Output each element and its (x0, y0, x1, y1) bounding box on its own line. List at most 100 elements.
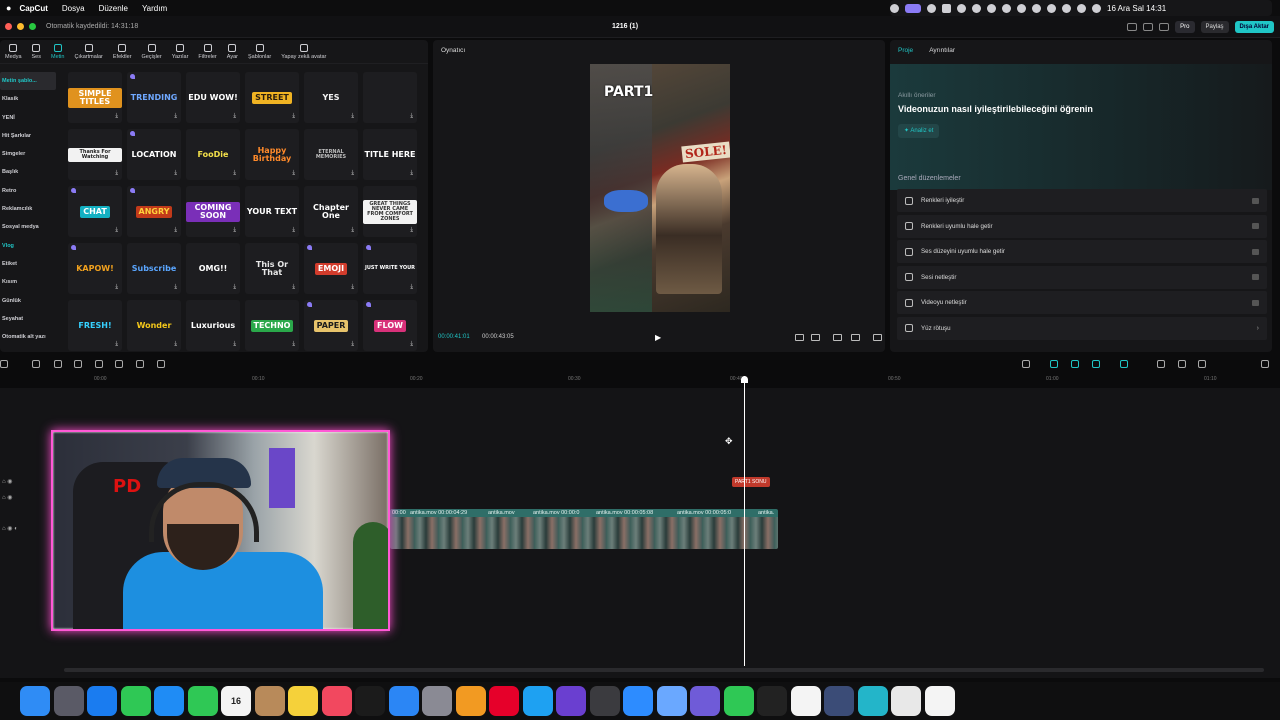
text-template[interactable]: Happy Birthday ⤓ (245, 129, 299, 180)
play-icon[interactable]: ▶ (655, 333, 661, 342)
crop-icon[interactable] (795, 334, 804, 341)
trim-left-icon[interactable] (95, 360, 103, 368)
dock-app-icon[interactable] (53, 686, 84, 716)
marker-label[interactable]: PART1 SONU (732, 477, 770, 487)
text-template[interactable]: PAPER ⤓ (304, 300, 358, 351)
toggle[interactable] (1252, 197, 1259, 204)
download-icon[interactable]: ⤓ (115, 170, 118, 177)
normalize-audio-item[interactable]: Ses düzeyini uyumlu hale getir (897, 240, 1267, 263)
download-icon[interactable]: ⤓ (351, 341, 354, 348)
download-icon[interactable]: ⤓ (292, 341, 295, 348)
tab-ai-avatar[interactable]: Yapay zekâ avatar (276, 44, 331, 63)
window-icon[interactable] (1159, 22, 1170, 31)
tab-text[interactable]: Metin (46, 44, 69, 63)
dock-app-icon[interactable] (522, 686, 553, 716)
ratio-icon[interactable] (851, 334, 860, 341)
dock-app-icon[interactable] (723, 686, 754, 716)
text-template[interactable]: TRENDING ⤓ (127, 72, 181, 123)
toggle[interactable] (1252, 299, 1259, 306)
dock-app-icon[interactable] (254, 686, 285, 716)
text-template[interactable]: KAPOW! ⤓ (68, 243, 122, 294)
share-button[interactable]: Paylaş (1200, 20, 1229, 33)
dock-app-icon[interactable] (288, 686, 318, 716)
tab-audio[interactable]: Ses (27, 44, 46, 63)
menu-duzenle[interactable]: Düzenle (99, 4, 128, 13)
dock-app-icon[interactable] (455, 686, 486, 716)
dock-app-icon[interactable] (924, 686, 955, 716)
download-icon[interactable]: ⤓ (292, 113, 295, 120)
dock-app-icon[interactable] (891, 686, 921, 716)
select-tool-icon[interactable] (0, 360, 8, 368)
quality-icon[interactable] (811, 334, 820, 341)
status-icon[interactable] (1032, 3, 1041, 13)
export-button[interactable]: Dışa Aktar (1234, 20, 1274, 33)
split-icon[interactable] (74, 360, 82, 368)
video-preview[interactable]: PART1 SOLE! (590, 64, 730, 312)
text-template[interactable]: SIMPLE TITLES ⤓ (68, 72, 122, 123)
zoom-slider[interactable] (1198, 360, 1206, 368)
track-controls[interactable]: ⌂ ◉ (2, 494, 13, 501)
tab-project[interactable]: Proje (898, 47, 913, 54)
text-template[interactable]: TITLE HERE ⤓ (363, 129, 417, 180)
text-template[interactable]: STREET ⤓ (245, 72, 299, 123)
snapshot-icon[interactable] (833, 334, 842, 341)
app-name[interactable]: CapCut (19, 4, 47, 13)
text-template[interactable]: Subscribe ⤓ (127, 243, 181, 294)
timeline-scrollbar[interactable] (64, 668, 1264, 672)
analyze-button[interactable]: ✦ Analiz et (898, 124, 940, 138)
face-retouch-item[interactable]: Yüz rötuşu › (897, 316, 1267, 340)
category-item[interactable]: Reklamcılık (0, 200, 60, 218)
download-icon[interactable]: ⤓ (174, 227, 177, 234)
download-icon[interactable]: ⤓ (174, 170, 177, 177)
dock-app-icon[interactable] (87, 686, 117, 716)
category-item[interactable]: Retro (0, 182, 60, 200)
text-template[interactable]: GREAT THINGS NEVER CAME FROM COMFORT ZON… (363, 186, 417, 237)
track-controls[interactable]: ⌂ ◉ ◐ (2, 525, 18, 532)
text-template[interactable]: OMG!! ⤓ (186, 243, 240, 294)
enhance-voice-item[interactable]: Sesi netleştir (897, 265, 1267, 289)
tab-templates[interactable]: Şablonlar (243, 44, 276, 63)
dock-app-icon[interactable] (824, 686, 854, 716)
tab-transitions[interactable]: Geçişler (137, 44, 167, 63)
download-icon[interactable]: ⤓ (292, 284, 295, 291)
menu-yardim[interactable]: Yardım (142, 4, 167, 13)
download-icon[interactable]: ⤓ (115, 113, 118, 120)
dock-app-icon[interactable] (120, 686, 151, 716)
status-icon[interactable] (987, 3, 996, 13)
download-icon[interactable]: ⤓ (351, 170, 354, 177)
link-icon[interactable] (1050, 360, 1058, 368)
zoom-in-icon[interactable] (1261, 360, 1269, 368)
tab-adjust[interactable]: Ayar (222, 44, 243, 63)
snap-icon[interactable] (1092, 360, 1100, 368)
download-icon[interactable]: ⤓ (233, 113, 236, 120)
pro-button[interactable]: Pro (1175, 20, 1195, 33)
tab-filters[interactable]: Filtreler (193, 44, 221, 63)
text-template[interactable]: ETERNAL MEMORIES ⤓ (304, 129, 358, 180)
text-template[interactable]: FRESH! ⤓ (68, 300, 122, 351)
download-icon[interactable]: ⤓ (410, 284, 413, 291)
text-template[interactable]: YOUR TEXT ⤓ (245, 186, 299, 237)
sharpen-video-item[interactable]: Videoyu netleştir (897, 291, 1267, 314)
redo-icon[interactable] (54, 360, 62, 368)
status-icon[interactable] (972, 3, 981, 13)
undo-icon[interactable] (32, 360, 40, 368)
enhance-colors-item[interactable]: Renkleri iyileştir (897, 189, 1267, 212)
download-icon[interactable]: ⤓ (115, 227, 118, 234)
category-item[interactable]: Vlog (0, 237, 60, 255)
dock-app-icon[interactable] (321, 686, 352, 716)
shield-icon[interactable] (157, 360, 165, 368)
status-icon[interactable] (942, 3, 951, 13)
download-icon[interactable]: ⤓ (233, 227, 236, 234)
text-template[interactable]: FLOW ⤓ (363, 300, 417, 351)
dock-app-icon[interactable] (556, 686, 586, 716)
dock-app-icon[interactable] (757, 686, 787, 716)
download-icon[interactable]: ⤓ (292, 227, 295, 234)
search-icon[interactable] (1077, 3, 1086, 13)
download-icon[interactable]: ⤓ (410, 170, 413, 177)
status-icon[interactable] (1002, 3, 1011, 13)
dock-app-icon[interactable] (355, 686, 385, 716)
status-icon[interactable] (1047, 3, 1056, 13)
download-icon[interactable]: ⤓ (410, 227, 413, 234)
dock-app-icon[interactable] (20, 686, 50, 716)
zoom-out-icon[interactable] (1178, 360, 1186, 368)
